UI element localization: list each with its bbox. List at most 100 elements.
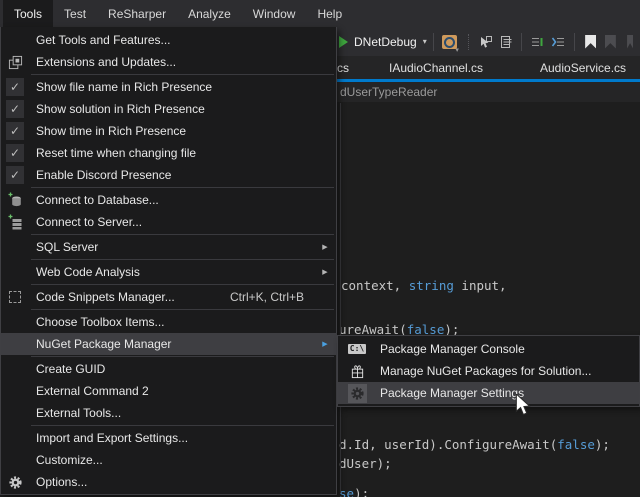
menu-item-label: External Command 2 bbox=[29, 384, 318, 398]
console-icon: C:\ bbox=[348, 344, 366, 354]
bookmark-icon bbox=[585, 35, 596, 49]
chevron-down-icon[interactable]: ▾ bbox=[423, 37, 427, 46]
bookmark-dim-icon bbox=[627, 35, 633, 49]
toolbar-grip[interactable] bbox=[468, 34, 469, 50]
menubar-item-resharper[interactable]: ReSharper bbox=[97, 0, 177, 27]
menu-item-nuget-package-manager[interactable]: NuGet Package Manager bbox=[1, 333, 336, 355]
increase-indent-button[interactable] bbox=[548, 31, 568, 53]
checkmark-icon bbox=[6, 144, 24, 162]
menu-separator bbox=[31, 309, 334, 310]
code-text: d.Id, userId).ConfigureAwait( bbox=[339, 437, 557, 452]
checkmark-icon bbox=[6, 78, 24, 96]
nuget-submenu: C:\ Package Manager Console Manage NuGet… bbox=[337, 335, 640, 407]
menu-item-label: Manage NuGet Packages for Solution... bbox=[376, 364, 635, 378]
submenu-arrow-icon bbox=[318, 340, 332, 348]
menubar-item-analyze[interactable]: Analyze bbox=[177, 0, 242, 27]
checkmark-icon bbox=[6, 100, 24, 118]
menu-item-get-tools[interactable]: Get Tools and Features... bbox=[1, 29, 336, 51]
menu-item-label: External Tools... bbox=[29, 406, 318, 420]
menu-item-reset-time[interactable]: Reset time when changing file bbox=[1, 142, 336, 164]
menu-item-web-code-analysis[interactable]: Web Code Analysis bbox=[1, 261, 336, 283]
code-line: context, string input, bbox=[341, 278, 507, 293]
submenu-arrow-icon bbox=[318, 243, 332, 251]
menu-item-show-time[interactable]: Show time in Rich Presence bbox=[1, 120, 336, 142]
indent-lines-green-icon bbox=[530, 34, 546, 50]
menubar-item-window[interactable]: Window bbox=[242, 0, 307, 27]
menu-item-label: SQL Server bbox=[29, 240, 318, 254]
code-line: se); bbox=[339, 486, 369, 497]
menu-item-show-solution[interactable]: Show solution in Rich Presence bbox=[1, 98, 336, 120]
menu-item-label: Customize... bbox=[29, 453, 318, 467]
menu-item-label: Create GUID bbox=[29, 362, 318, 376]
tab-audioservice[interactable]: AudioService.cs bbox=[540, 56, 626, 80]
menu-item-package-manager-settings[interactable]: Package Manager Settings bbox=[338, 382, 639, 404]
menubar-item-tools[interactable]: Tools bbox=[3, 0, 53, 27]
tab-partial[interactable]: cs bbox=[337, 56, 349, 80]
menu-bar: Tools Test ReSharper Analyze Window Help bbox=[0, 0, 640, 27]
paste-button[interactable] bbox=[496, 31, 516, 53]
menu-item-label: Web Code Analysis bbox=[29, 265, 318, 279]
menu-item-label: Code Snippets Manager... bbox=[29, 290, 230, 304]
menu-item-external-command-2[interactable]: External Command 2 bbox=[1, 380, 336, 402]
mouse-cursor bbox=[514, 394, 532, 418]
code-line: dUser); bbox=[339, 456, 392, 471]
checkmark-icon bbox=[6, 166, 24, 184]
menu-item-connect-database[interactable]: Connect to Database... bbox=[1, 189, 336, 211]
menu-item-customize[interactable]: Customize... bbox=[1, 449, 336, 471]
editor-indent-guide bbox=[340, 103, 341, 493]
menu-item-options[interactable]: Options... bbox=[1, 471, 336, 493]
server-connect-icon bbox=[7, 214, 23, 230]
gear-icon bbox=[350, 386, 365, 401]
code-text: ); bbox=[354, 486, 369, 497]
menu-item-label: Choose Toolbox Items... bbox=[29, 315, 318, 329]
menu-separator bbox=[31, 259, 334, 260]
menu-item-label: Connect to Server... bbox=[29, 215, 318, 229]
decrease-indent-button[interactable] bbox=[528, 31, 548, 53]
checkmark-icon bbox=[6, 122, 24, 140]
toolbar-separator bbox=[521, 33, 522, 51]
tab-iaudiochannel[interactable]: IAudioChannel.cs bbox=[389, 56, 483, 80]
navigate-back-button[interactable] bbox=[476, 31, 496, 53]
code-keyword: se bbox=[339, 486, 354, 497]
toolbar-separator bbox=[433, 33, 434, 51]
code-text: ); bbox=[595, 437, 610, 452]
menu-separator bbox=[31, 234, 334, 235]
find-icon bbox=[442, 35, 457, 49]
menu-item-label: Enable Discord Presence bbox=[29, 168, 318, 182]
menu-item-shortcut: Ctrl+K, Ctrl+B bbox=[230, 290, 318, 304]
next-bookmark-button[interactable] bbox=[620, 31, 640, 53]
menu-item-extensions[interactable]: Extensions and Updates... bbox=[1, 51, 336, 73]
previous-bookmark-button[interactable] bbox=[601, 31, 621, 53]
start-debug-button[interactable]: DNetDebug ▾ bbox=[339, 35, 427, 49]
bookmark-dim-icon bbox=[605, 35, 616, 49]
menu-item-import-export-settings[interactable]: Import and Export Settings... bbox=[1, 427, 336, 449]
menu-item-label: Show time in Rich Presence bbox=[29, 124, 318, 138]
menu-item-show-filename[interactable]: Show file name in Rich Presence bbox=[1, 76, 336, 98]
menu-separator bbox=[31, 74, 334, 75]
menu-item-sql-server[interactable]: SQL Server bbox=[1, 236, 336, 258]
menu-item-label: Extensions and Updates... bbox=[29, 55, 318, 69]
menu-item-label: Show file name in Rich Presence bbox=[29, 80, 318, 94]
menubar-item-test[interactable]: Test bbox=[53, 0, 97, 27]
menu-item-enable-discord[interactable]: Enable Discord Presence bbox=[1, 164, 336, 186]
extensions-icon bbox=[8, 55, 23, 70]
menu-item-choose-toolbox[interactable]: Choose Toolbox Items... bbox=[1, 311, 336, 333]
menu-item-label: Get Tools and Features... bbox=[29, 33, 318, 47]
menu-item-code-snippets[interactable]: Code Snippets Manager... Ctrl+K, Ctrl+B bbox=[1, 286, 336, 308]
menu-item-label: NuGet Package Manager bbox=[29, 337, 318, 351]
run-target-label: DNetDebug bbox=[354, 35, 417, 49]
menu-item-manage-nuget-packages[interactable]: Manage NuGet Packages for Solution... bbox=[338, 360, 639, 382]
menu-item-label: Import and Export Settings... bbox=[29, 431, 318, 445]
menu-item-create-guid[interactable]: Create GUID bbox=[1, 358, 336, 380]
menu-item-label: Options... bbox=[29, 475, 318, 489]
menu-item-external-tools[interactable]: External Tools... bbox=[1, 402, 336, 424]
menu-item-label: Show solution in Rich Presence bbox=[29, 102, 318, 116]
toolbar-separator bbox=[574, 33, 575, 51]
menu-separator bbox=[31, 284, 334, 285]
snippets-icon bbox=[9, 291, 21, 303]
menubar-item-help[interactable]: Help bbox=[306, 0, 353, 27]
toggle-bookmark-button[interactable] bbox=[581, 31, 601, 53]
menu-item-package-manager-console[interactable]: C:\ Package Manager Console bbox=[338, 338, 639, 360]
menu-item-label: Reset time when changing file bbox=[29, 146, 318, 160]
menu-item-connect-server[interactable]: Connect to Server... bbox=[1, 211, 336, 233]
